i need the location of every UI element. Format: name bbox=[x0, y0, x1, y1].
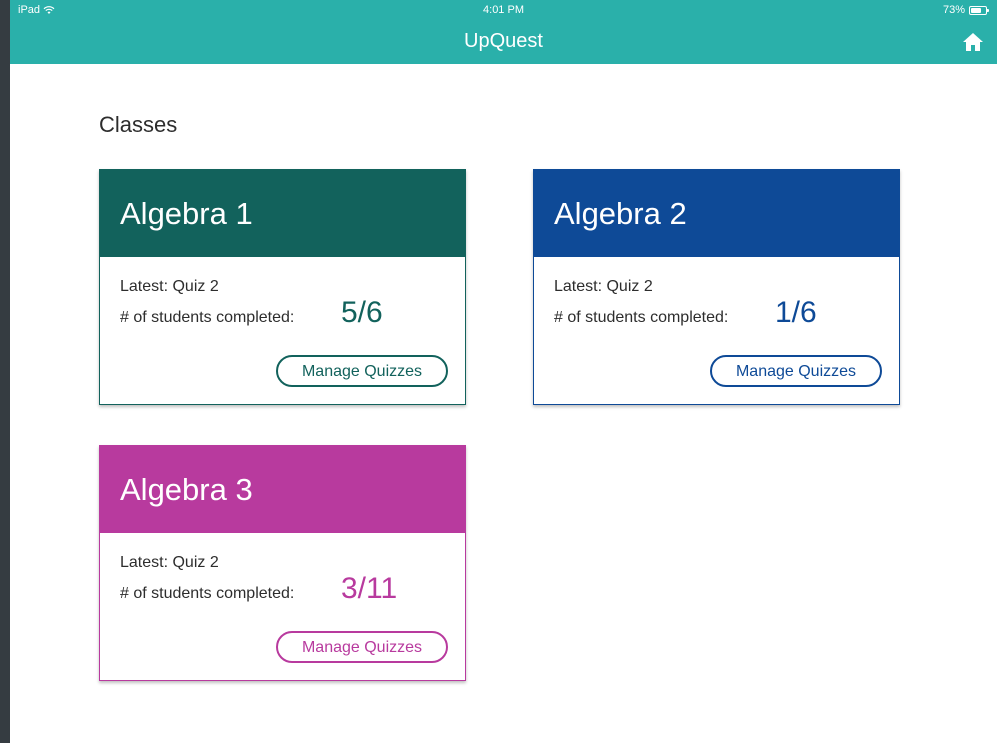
top-bar: iPad 4:01 PM 73% UpQuest bbox=[10, 0, 997, 64]
completed-count: 5/6 bbox=[341, 296, 383, 329]
manage-quizzes-button[interactable]: Manage Quizzes bbox=[276, 631, 448, 663]
section-title: Classes bbox=[99, 112, 178, 137]
manage-quizzes-button[interactable]: Manage Quizzes bbox=[276, 355, 448, 387]
class-card-algebra-2[interactable]: Algebra 2 Latest: Quiz 2 # of students c… bbox=[533, 169, 900, 405]
status-bar: iPad 4:01 PM 73% bbox=[10, 0, 997, 22]
class-card-header: Algebra 2 bbox=[534, 170, 899, 257]
home-icon bbox=[963, 33, 983, 51]
completed-label: # of students completed: bbox=[120, 309, 295, 326]
latest-quiz: Latest: Quiz 2 bbox=[120, 554, 219, 571]
home-button[interactable] bbox=[961, 30, 985, 54]
class-card-algebra-3[interactable]: Algebra 3 Latest: Quiz 2 # of students c… bbox=[99, 445, 466, 681]
class-card-header: Algebra 3 bbox=[100, 446, 465, 533]
completed-label: # of students completed: bbox=[554, 309, 729, 326]
status-time: 4:01 PM bbox=[483, 4, 524, 16]
class-card-header: Algebra 1 bbox=[100, 170, 465, 257]
battery-indicator: 73% bbox=[942, 4, 989, 16]
class-name: Algebra 2 bbox=[554, 196, 687, 231]
completed-count: 1/6 bbox=[775, 296, 817, 329]
app-screen: iPad 4:01 PM 73% UpQuest Classes Algebra… bbox=[10, 0, 997, 743]
app-title: UpQuest bbox=[464, 30, 543, 52]
battery-icon bbox=[969, 5, 989, 15]
completed-label: # of students completed: bbox=[120, 585, 295, 602]
completed-count: 3/11 bbox=[341, 572, 398, 605]
manage-quizzes-button[interactable]: Manage Quizzes bbox=[710, 355, 882, 387]
class-name: Algebra 3 bbox=[120, 472, 253, 507]
latest-quiz: Latest: Quiz 2 bbox=[120, 278, 219, 295]
latest-quiz: Latest: Quiz 2 bbox=[554, 278, 653, 295]
class-card-algebra-1[interactable]: Algebra 1 Latest: Quiz 2 # of students c… bbox=[99, 169, 466, 405]
battery-percent: 73% bbox=[942, 4, 965, 16]
class-name: Algebra 1 bbox=[120, 196, 253, 231]
